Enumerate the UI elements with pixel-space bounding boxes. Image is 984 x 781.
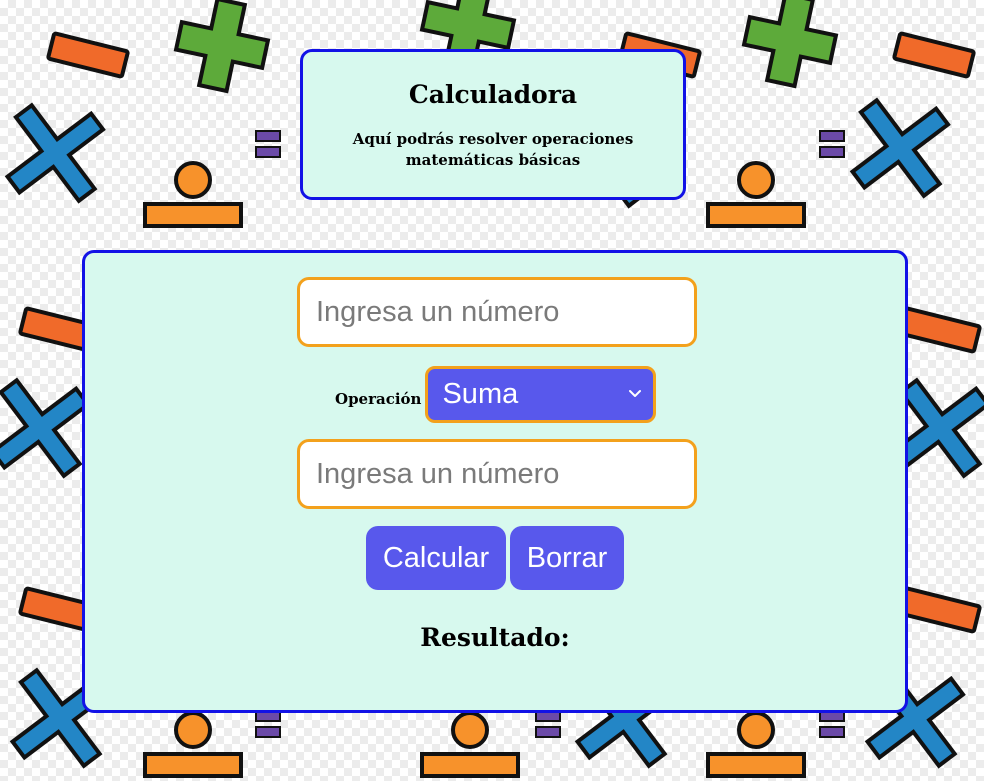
- header-card: Calculadora Aquí podrás resolver operaci…: [300, 49, 686, 200]
- operation-selected-value: Suma: [442, 378, 519, 410]
- chevron-down-icon: [629, 390, 642, 397]
- operation-select[interactable]: Suma: [425, 366, 657, 423]
- clear-button[interactable]: Borrar: [510, 526, 624, 590]
- result-label: Resultado:: [420, 623, 570, 652]
- calculate-button[interactable]: Calcular: [366, 526, 506, 590]
- page-subtitle: Aquí podrás resolver operaciones matemát…: [352, 130, 634, 169]
- second-number-input[interactable]: [297, 439, 697, 509]
- page-title: Calculadora: [408, 80, 578, 109]
- operation-row: Operación Suma: [335, 366, 657, 423]
- calculator-form: Operación Suma Calcular Borrar Resultado…: [82, 250, 908, 713]
- operation-label: Operación: [335, 389, 422, 408]
- first-number-input[interactable]: [297, 277, 697, 347]
